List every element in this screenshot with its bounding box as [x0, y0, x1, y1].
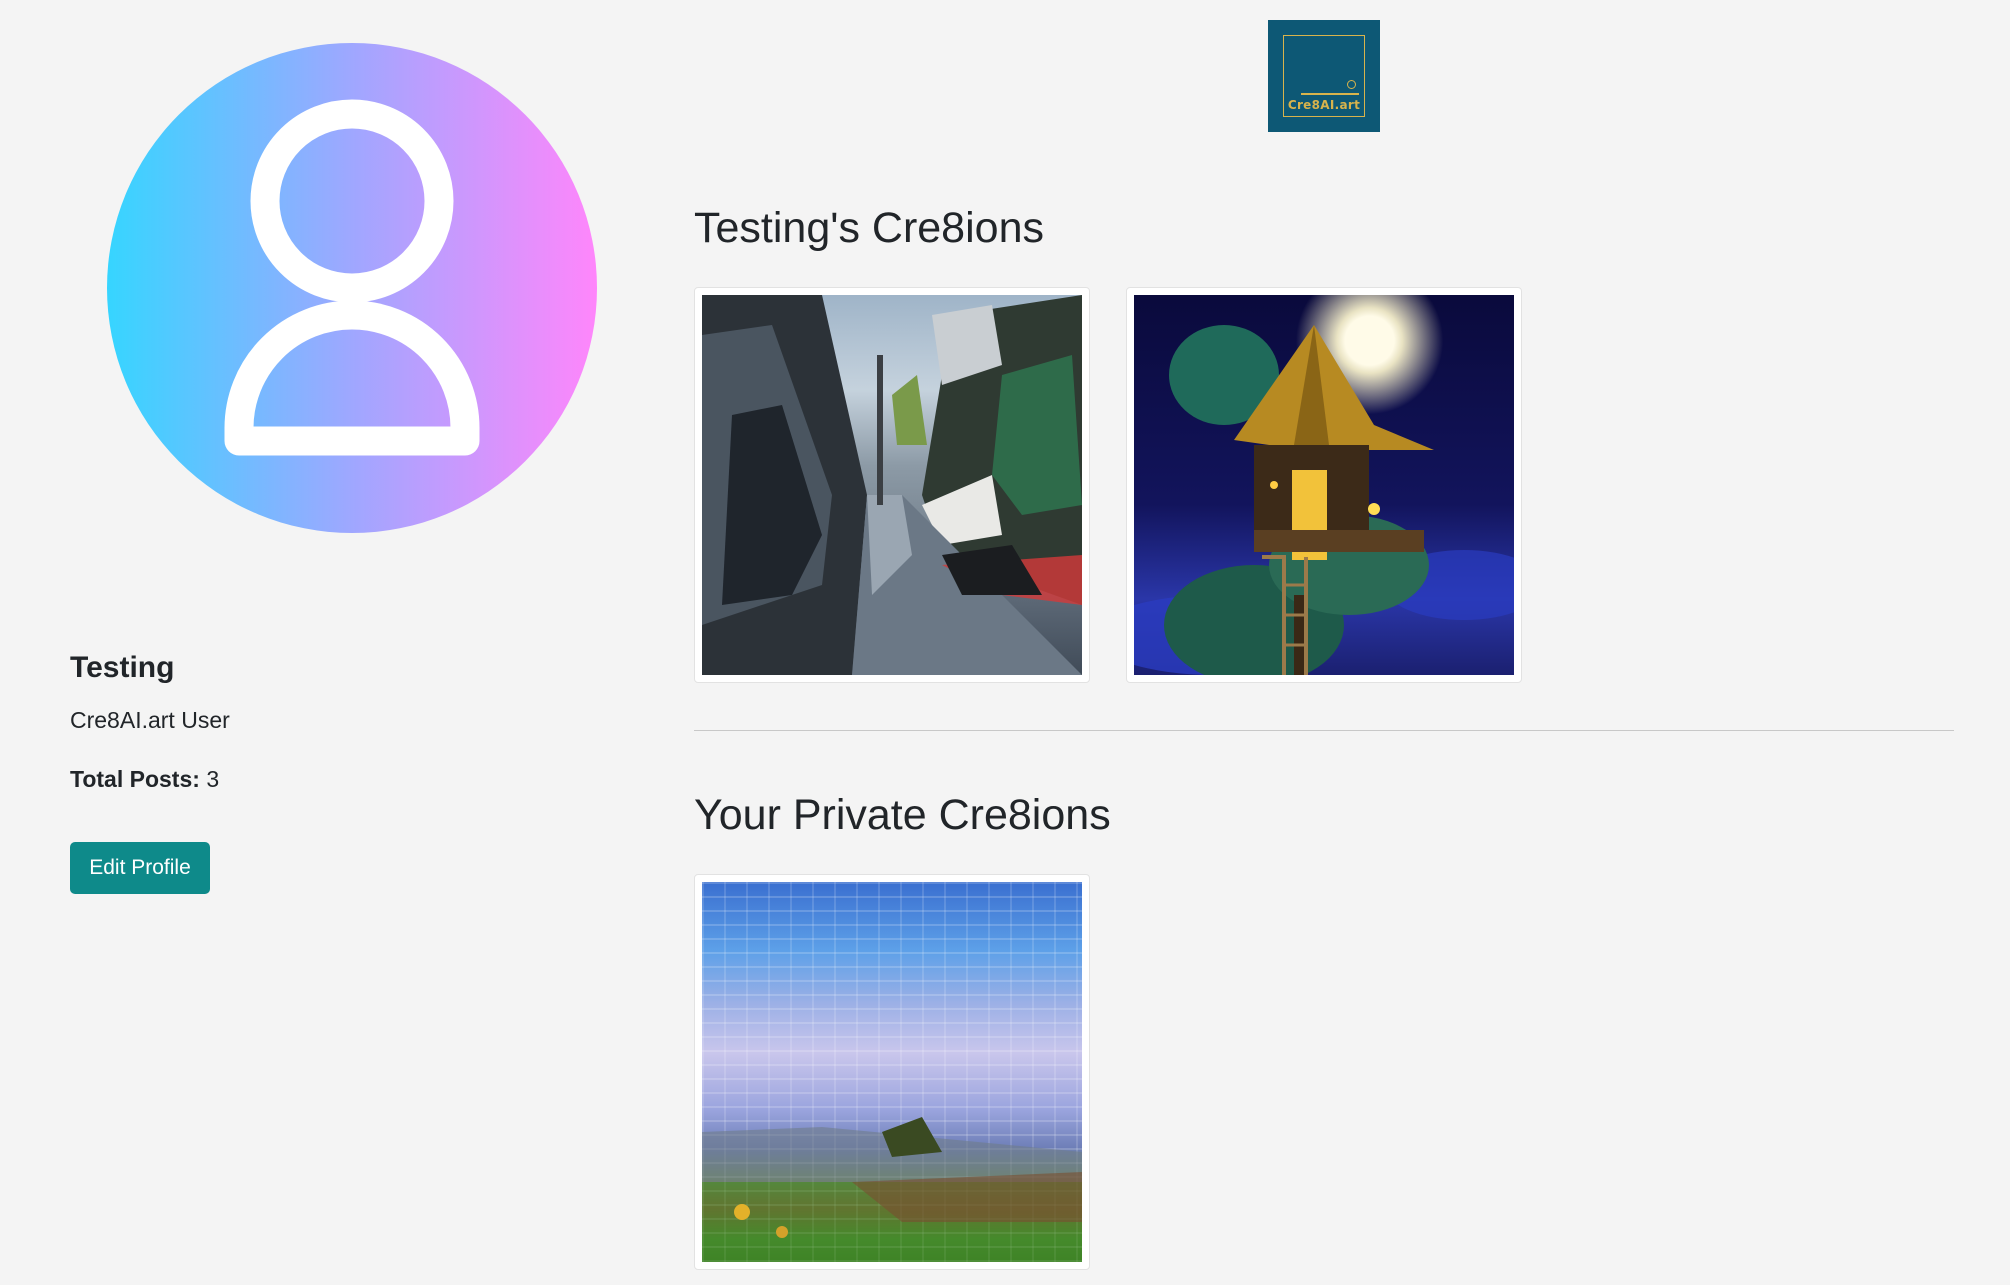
total-posts-label: Total Posts: — [70, 766, 200, 792]
creation-thumbnail-street[interactable] — [694, 287, 1090, 683]
logo-text: Cre8AI.art — [1287, 98, 1361, 112]
logo-gear-icon — [1347, 80, 1356, 89]
logo-rule — [1301, 93, 1359, 95]
private-creations-title: Your Private Cre8ions — [694, 791, 1111, 839]
creation-thumbnail-mosaic[interactable] — [694, 874, 1090, 1270]
user-avatar-icon — [224, 99, 480, 456]
total-posts-count: 3 — [206, 766, 220, 792]
profile-name: Testing — [70, 651, 175, 684]
mosaic-landscape-painting-image — [702, 882, 1082, 1262]
section-divider — [694, 730, 1954, 731]
street-painting-image — [702, 295, 1082, 675]
edit-profile-button[interactable]: Edit Profile — [70, 842, 210, 894]
treehouse-painting-image — [1134, 295, 1514, 675]
creation-thumbnail-treehouse[interactable] — [1126, 287, 1522, 683]
public-creations-title: Testing's Cre8ions — [694, 204, 1044, 252]
profile-page: Cre8AI.art Testing Cre8AI.art User Total… — [0, 0, 2010, 1285]
profile-role: Cre8AI.art User — [70, 707, 230, 733]
cre8ai-logo[interactable]: Cre8AI.art — [1268, 20, 1380, 132]
total-posts: Total Posts: 3 — [70, 766, 219, 793]
user-avatar — [107, 43, 597, 533]
